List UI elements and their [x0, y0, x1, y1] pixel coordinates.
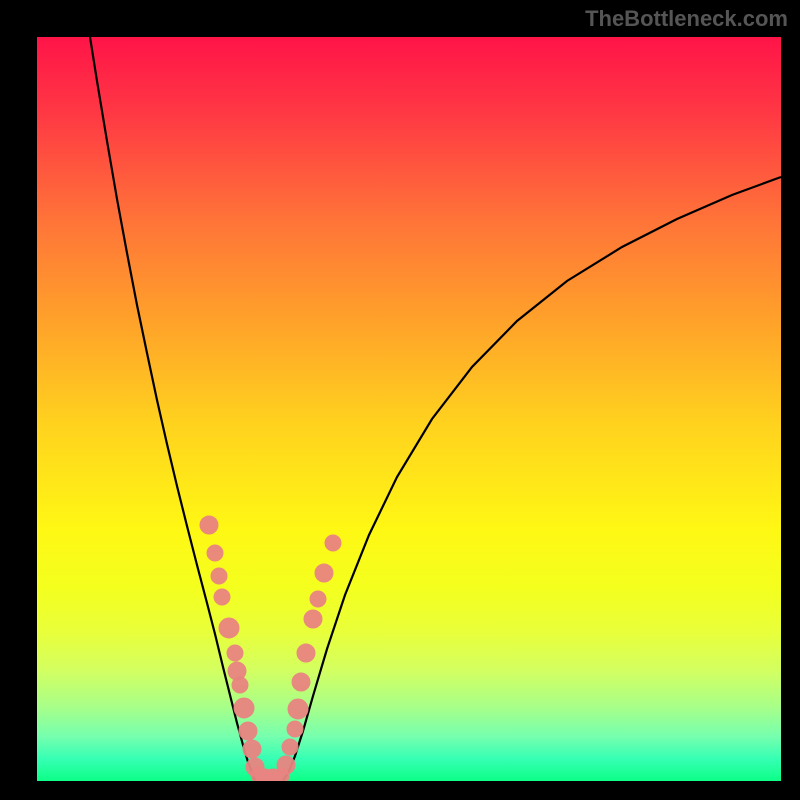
data-marker: [325, 535, 341, 551]
data-marker: [315, 564, 333, 582]
data-marker: [200, 516, 218, 534]
data-marker: [239, 722, 257, 740]
data-marker: [282, 739, 298, 755]
data-marker: [287, 721, 303, 737]
data-marker: [297, 644, 315, 662]
data-marker: [310, 591, 326, 607]
data-marker: [214, 589, 230, 605]
data-marker: [232, 677, 248, 693]
data-marker: [207, 545, 223, 561]
curve-right-branch: [283, 177, 781, 781]
data-marker: [288, 699, 308, 719]
data-marker: [234, 698, 254, 718]
data-marker: [211, 568, 227, 584]
data-marker: [304, 610, 322, 628]
data-marker: [219, 618, 239, 638]
marker-group: [200, 516, 341, 781]
watermark-text: TheBottleneck.com: [585, 6, 788, 32]
plot-area: [37, 37, 781, 781]
data-marker: [292, 673, 310, 691]
plot-svg: [37, 37, 781, 781]
data-marker: [227, 645, 243, 661]
data-marker: [243, 740, 261, 758]
data-marker: [277, 756, 295, 774]
chart-frame: TheBottleneck.com: [0, 0, 800, 800]
